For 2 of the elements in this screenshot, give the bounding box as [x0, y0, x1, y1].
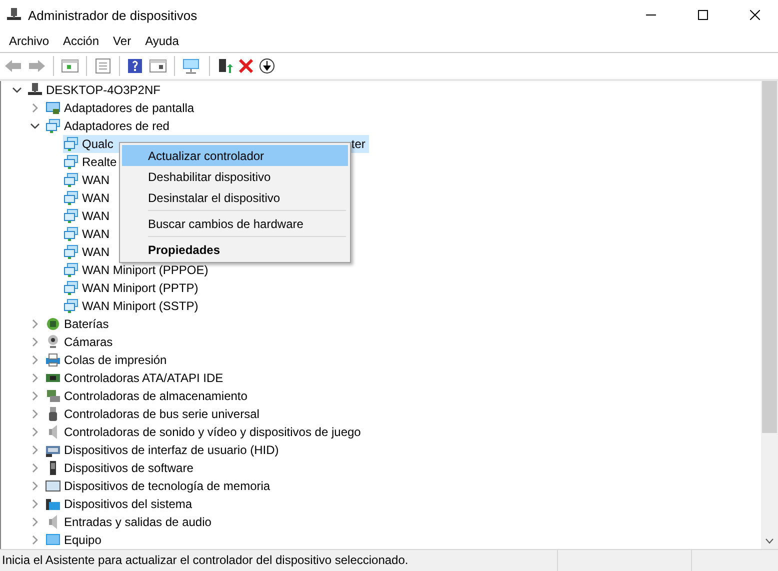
window-title: Administrador de dispositivos	[28, 8, 198, 22]
status-text: Inicia el Asistente para actualizar el controlador del dispositivo seleccionado.	[0, 550, 558, 571]
